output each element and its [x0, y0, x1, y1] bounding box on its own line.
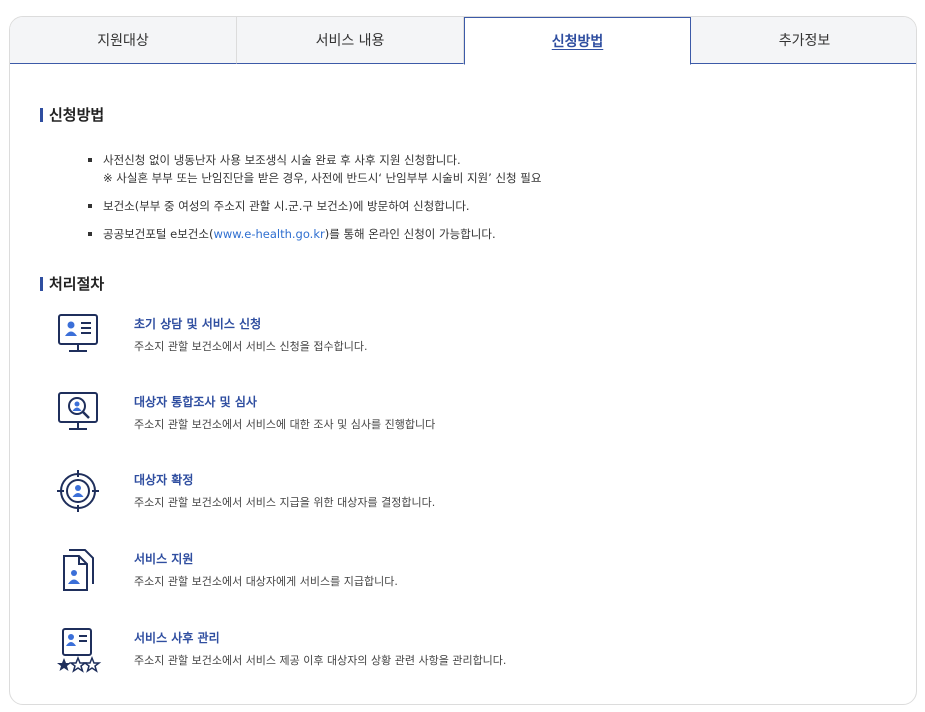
- process-step: 대상자 통합조사 및 심사 주소지 관할 보건소에서 서비스에 대한 조사 및 …: [54, 389, 874, 439]
- tab-application-method[interactable]: 신청방법: [464, 17, 691, 65]
- tab-additional-info[interactable]: 추가정보: [691, 17, 916, 64]
- step-description: 주소지 관할 보건소에서 서비스 지급을 위한 대상자를 결정합니다.: [134, 496, 436, 509]
- tab-bar: 지원대상 서비스 내용 신청방법 추가정보: [10, 17, 916, 65]
- process-step: 서비스 지원 주소지 관할 보건소에서 대상자에게 서비스를 지급합니다.: [54, 546, 874, 596]
- list-item: 사전신청 없이 냉동난자 사용 보조생식 시술 완료 후 사후 지원 신청합니다…: [88, 151, 541, 187]
- monitor-profile-icon: [54, 311, 102, 359]
- step-description: 주소지 관할 보건소에서 서비스 제공 이후 대상자의 상황 관련 사항을 관리…: [134, 654, 507, 667]
- step-title: 초기 상담 및 서비스 신청: [134, 317, 262, 331]
- list-item-text: 보건소(부부 중 여성의 주소지 관할 시.군.구 보건소)에 방문하여 신청합…: [103, 199, 470, 213]
- list-item-text: 사전신청 없이 냉동난자 사용 보조생식 시술 완료 후 사후 지원 신청합니다…: [103, 153, 461, 167]
- step-title: 대상자 확정: [134, 473, 194, 487]
- process-step: 대상자 확정 주소지 관할 보건소에서 서비스 지급을 위한 대상자를 결정합니…: [54, 467, 874, 517]
- list-item-text-after: )를 통해 온라인 신청이 가능합니다.: [324, 227, 496, 241]
- process-section-title: 처리절차: [40, 275, 104, 293]
- step-description: 주소지 관할 보건소에서 서비스 신청을 접수합니다.: [134, 340, 368, 353]
- list-item: 공공보건포털 e보건소(www.e-health.go.kr)를 통해 온라인 …: [88, 225, 541, 243]
- step-description: 주소지 관할 보건소에서 서비스에 대한 조사 및 심사를 진행합니다: [134, 418, 436, 431]
- step-description: 주소지 관할 보건소에서 대상자에게 서비스를 지급합니다.: [134, 575, 398, 588]
- target-person-icon: [54, 467, 102, 515]
- list-item: 보건소(부부 중 여성의 주소지 관할 시.군.구 보건소)에 방문하여 신청합…: [88, 197, 541, 215]
- document-person-icon: [54, 546, 102, 594]
- step-title: 대상자 통합조사 및 심사: [134, 395, 257, 409]
- step-title: 서비스 사후 관리: [134, 631, 220, 645]
- application-section-title: 신청방법: [40, 106, 104, 124]
- step-title: 서비스 지원: [134, 552, 194, 566]
- tab-eligibility[interactable]: 지원대상: [10, 17, 237, 64]
- e-health-link[interactable]: www.e-health.go.kr: [213, 227, 324, 241]
- rating-profile-icon: [54, 625, 102, 673]
- process-step: 서비스 사후 관리 주소지 관할 보건소에서 서비스 제공 이후 대상자의 상황…: [54, 625, 874, 675]
- process-step: 초기 상담 및 서비스 신청 주소지 관할 보건소에서 서비스 신청을 접수합니…: [54, 311, 874, 361]
- list-item-text-before: 공공보건포털 e보건소(: [103, 227, 214, 241]
- service-detail-card: 지원대상 서비스 내용 신청방법 추가정보 신청방법 사전신청 없이 냉동난자 …: [9, 16, 917, 705]
- monitor-search-icon: [54, 389, 102, 437]
- list-item-note: ※ 사실혼 부부 또는 난임진단을 받은 경우, 사전에 반드시‘ 난임부부 시…: [103, 171, 542, 185]
- tab-service-content[interactable]: 서비스 내용: [237, 17, 464, 64]
- application-list: 사전신청 없이 냉동난자 사용 보조생식 시술 완료 후 사후 지원 신청합니다…: [88, 151, 541, 243]
